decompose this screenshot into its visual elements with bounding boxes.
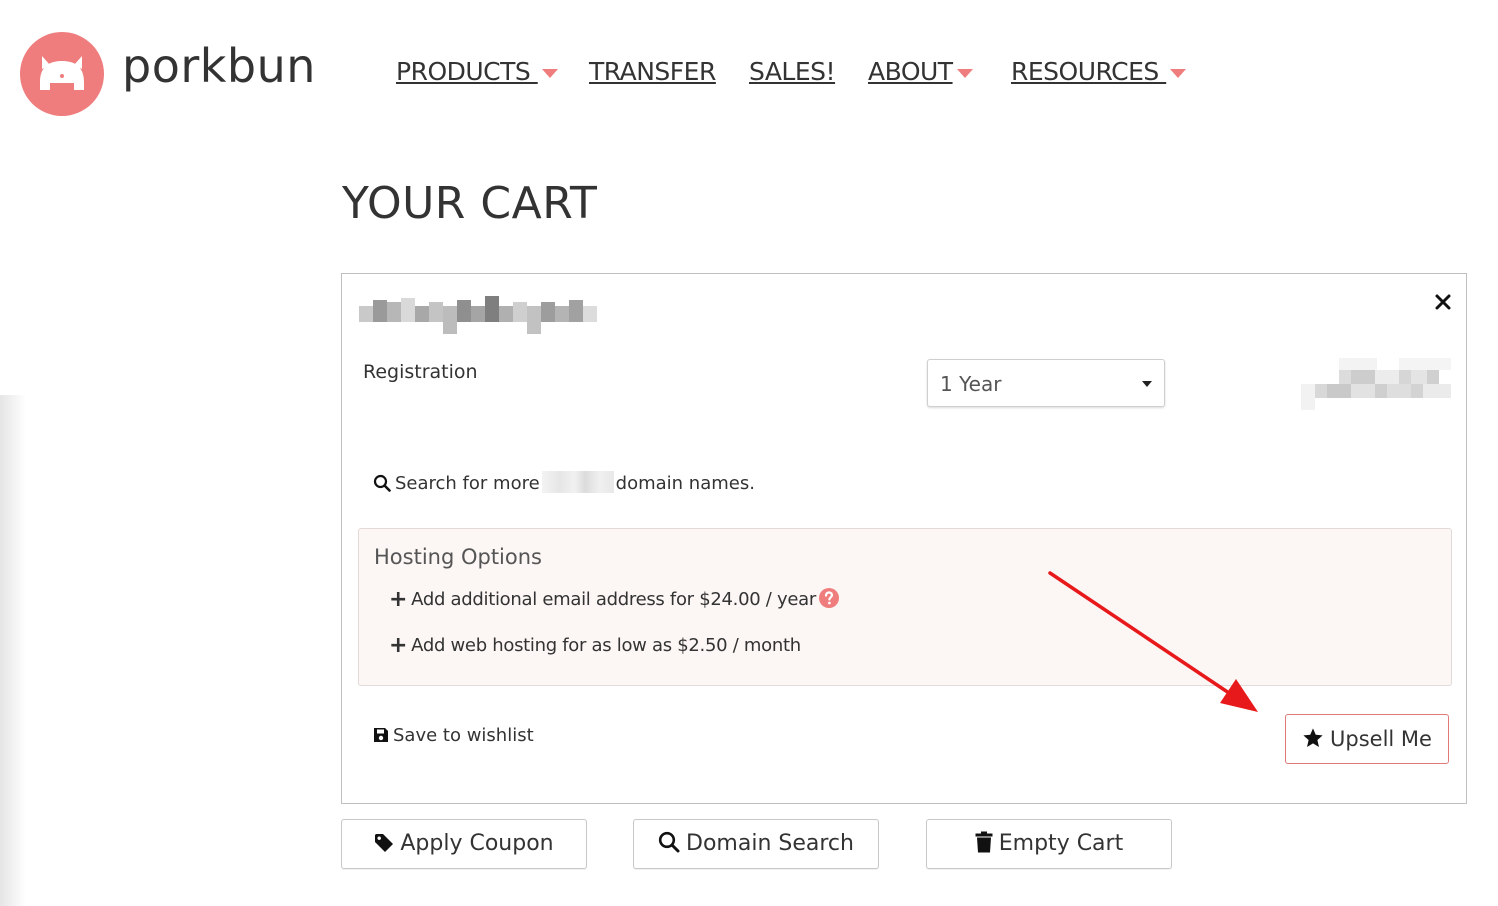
add-web-hosting-option[interactable]: + Add web hosting for as low as $2.50 / m…	[389, 633, 801, 658]
empty-cart-label: Empty Cart	[998, 831, 1124, 856]
nav-transfer[interactable]: TRANSFER	[589, 57, 716, 87]
caret-down-icon	[1170, 68, 1187, 78]
save-to-wishlist-label: Save to wishlist	[393, 725, 534, 746]
search-icon	[373, 474, 391, 492]
domain-search-button[interactable]: Domain Search	[633, 819, 879, 869]
registration-term-select[interactable]: 1 Year	[927, 359, 1165, 407]
help-icon[interactable]	[818, 587, 840, 609]
term-selected-value: 1 Year	[940, 372, 1002, 396]
caret-down-icon	[956, 68, 973, 78]
save-icon	[374, 728, 388, 742]
cart-item-card: Registration 1 Year Search for more domai…	[341, 273, 1467, 804]
upsell-me-button[interactable]: Upsell Me	[1285, 714, 1449, 764]
save-to-wishlist-link[interactable]: Save to wishlist	[373, 725, 534, 746]
nav-about[interactable]: ABOUT	[868, 57, 973, 87]
hosting-options-title: Hosting Options	[374, 545, 542, 569]
star-icon	[1303, 728, 1323, 747]
nav-products-label: PRODUCTS	[396, 57, 538, 86]
plus-icon: +	[389, 633, 408, 658]
empty-cart-button[interactable]: Empty Cart	[926, 819, 1172, 869]
nav-products[interactable]: PRODUCTS	[396, 57, 558, 87]
caret-down-icon	[541, 68, 558, 78]
hosting-options-panel: Hosting Options + Add additional email ad…	[358, 528, 1452, 686]
chevron-down-icon	[1142, 381, 1152, 387]
pig-logo-icon[interactable]	[20, 32, 104, 116]
search-icon	[658, 831, 680, 853]
close-icon[interactable]	[1431, 290, 1455, 314]
redacted-price	[1301, 358, 1451, 410]
search-more-domains-link[interactable]: Search for more domain names.	[373, 471, 755, 494]
nav-transfer-label: TRANSFER	[589, 57, 716, 86]
add-email-option[interactable]: + Add additional email address for $24.00…	[389, 587, 816, 612]
add-web-hosting-label: Add web hosting for as low as $2.50 / mo…	[411, 635, 801, 656]
nav-sales-label: SALES!	[749, 57, 836, 86]
tag-icon	[375, 834, 394, 852]
page-title: YOUR CART	[342, 178, 598, 229]
nav-resources[interactable]: RESOURCES	[1011, 57, 1187, 87]
trash-icon	[975, 831, 993, 853]
apply-coupon-label: Apply Coupon	[400, 831, 554, 856]
upsell-me-label: Upsell Me	[1330, 727, 1432, 751]
nav-resources-label: RESOURCES	[1011, 57, 1167, 86]
search-more-suffix: domain names.	[615, 473, 755, 494]
add-email-label: Add additional email address for $24.00 …	[411, 589, 816, 610]
domain-search-label: Domain Search	[686, 831, 854, 856]
plus-icon: +	[389, 587, 408, 612]
redacted-domain-name	[359, 296, 597, 334]
nav-about-label: ABOUT	[868, 57, 953, 86]
apply-coupon-button[interactable]: Apply Coupon	[341, 819, 587, 869]
brand-name[interactable]: porkbun	[122, 36, 316, 96]
registration-label: Registration	[363, 361, 478, 383]
search-more-prefix: Search for more	[395, 473, 540, 494]
nav-sales[interactable]: SALES!	[749, 57, 836, 87]
redacted-tld	[541, 471, 614, 493]
left-edge-shadow	[0, 395, 26, 906]
